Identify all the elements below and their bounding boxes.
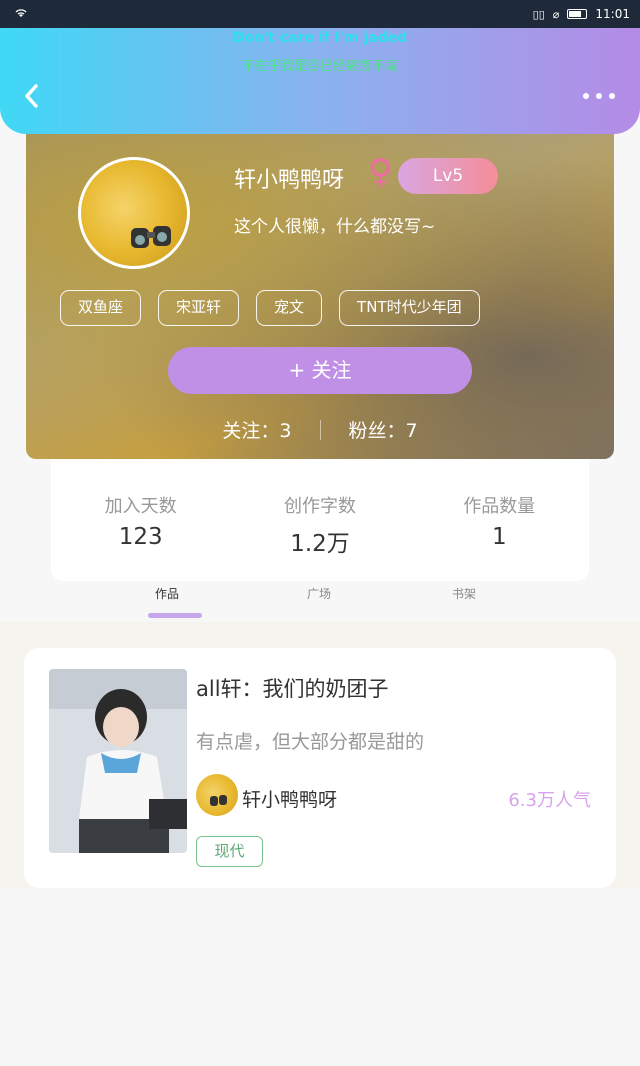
book-description: 有点虐，但大部分都是甜的 [196, 731, 425, 753]
book-icon: ▯▯ [532, 7, 545, 21]
book-card[interactable]: all轩：我们的奶团子 有点虐，但大部分都是甜的 轩小鸭鸭呀 6.3万人气 现代 [24, 648, 616, 888]
stat-value: 123 [118, 524, 163, 550]
stat-label: 加入天数 [104, 496, 177, 517]
followers-count[interactable]: 粉丝：7 [349, 416, 418, 443]
stat-value: 1 [491, 524, 507, 550]
stat-label: 作品数量 [463, 496, 536, 517]
book-cover-image[interactable] [49, 669, 187, 853]
stat-value: 1.2万 [290, 531, 350, 557]
cover-figure-illustration [49, 669, 187, 853]
female-gender-icon: ♀ [368, 152, 393, 192]
stat-label: 创作字数 [283, 496, 356, 517]
following-count[interactable]: 关注：3 [222, 416, 291, 443]
active-tab-indicator [148, 613, 202, 618]
divider [319, 419, 321, 440]
binoculars-icon [131, 226, 171, 248]
stat-word-count: 创作字数 1.2万 [240, 492, 400, 581]
tab-label: 书架 [452, 587, 477, 601]
tab-label: 作品 [155, 587, 180, 601]
user-bio: 这个人很懒，什么都没写~ [234, 217, 436, 237]
profile-card: 轩小鸭鸭呀 ♀ Lv5 这个人很懒，什么都没写~ 双鱼座 宋亚轩 宠文 TNT时… [26, 120, 614, 459]
avatar[interactable] [78, 157, 190, 269]
back-button[interactable] [22, 82, 46, 110]
tab-bar: 作品 广场 书架 [0, 583, 640, 623]
popularity-count: 6.3万人气 [508, 790, 591, 811]
lyric-english: Don't care if I'm jaded [232, 30, 408, 46]
status-bar: ▯▯ ⌀ 11:01 [0, 0, 640, 28]
tag-item[interactable]: TNT时代少年团 [339, 290, 480, 326]
tab-bookshelf[interactable]: 书架 [452, 583, 476, 602]
binoculars-icon [210, 795, 227, 806]
author-name[interactable]: 轩小鸭鸭呀 [242, 785, 337, 812]
genre-tag[interactable]: 现代 [196, 836, 263, 867]
wifi-icon [14, 7, 28, 21]
stat-days-joined: 加入天数 123 [61, 492, 221, 581]
more-dots-icon [583, 93, 615, 99]
stat-works-count: 作品数量 1 [419, 492, 579, 581]
level-badge: Lv5 [398, 158, 498, 194]
tab-works[interactable]: 作品 [155, 583, 179, 602]
tab-plaza[interactable]: 广场 [307, 583, 331, 602]
author-avatar[interactable] [196, 774, 238, 816]
username: 轩小鸭鸭呀 [234, 168, 345, 193]
tag-list: 双鱼座 宋亚轩 宠文 TNT时代少年团 [60, 290, 480, 326]
follow-stats: 关注：3 粉丝：7 [26, 416, 614, 443]
follow-button[interactable]: + 关注 [168, 347, 472, 394]
header-bar: Don't care if I'm jaded 不在乎我是否已经疲惫不堪 [0, 28, 640, 134]
tab-label: 广场 [307, 587, 332, 601]
tag-item[interactable]: 宋亚轩 [158, 290, 240, 326]
tag-item[interactable]: 宠文 [256, 290, 323, 326]
chevron-left-icon [25, 84, 38, 108]
clock: 11:01 [595, 7, 630, 21]
book-title[interactable]: all轩：我们的奶团子 [196, 673, 389, 703]
lyric-chinese: 不在乎我是否已经疲惫不堪 [241, 59, 398, 74]
more-options-button[interactable] [582, 82, 616, 110]
mute-icon: ⌀ [552, 7, 560, 21]
stats-card: 加入天数 123 创作字数 1.2万 作品数量 1 [51, 459, 589, 581]
battery-icon [567, 9, 588, 19]
tag-item[interactable]: 双鱼座 [60, 290, 142, 326]
